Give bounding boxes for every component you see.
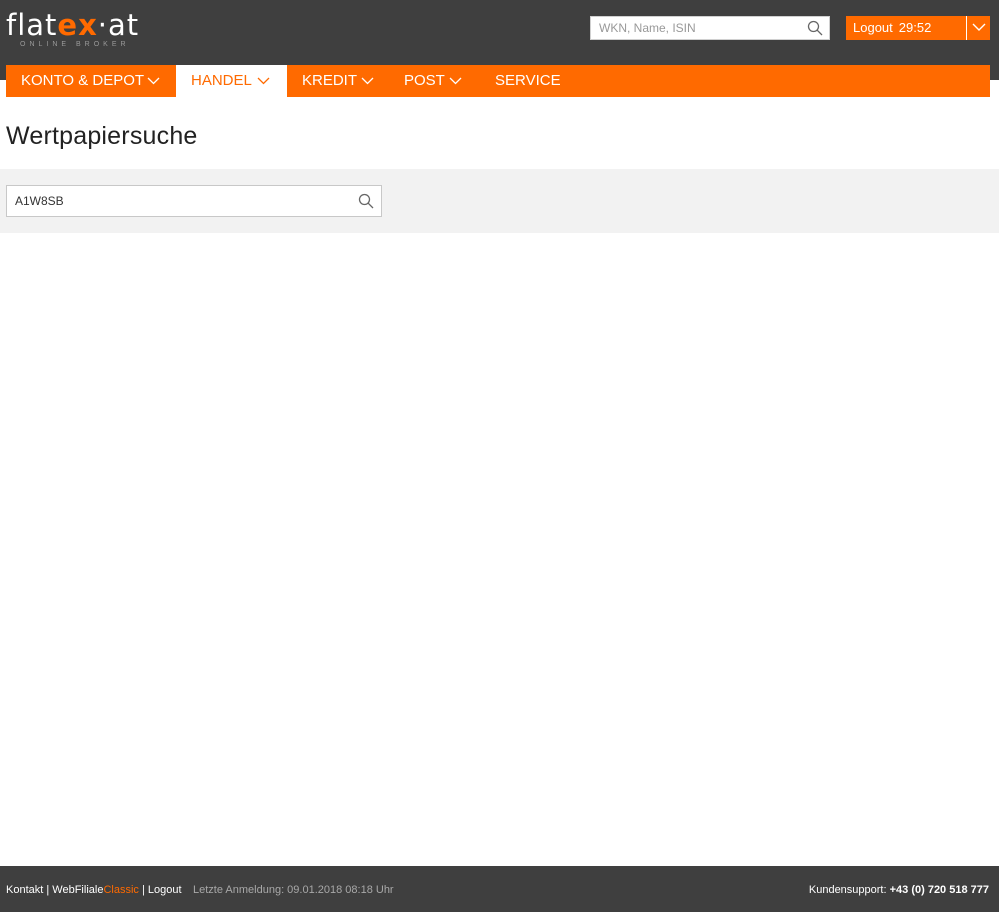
- flatex-logo[interactable]: flatex·at ONLINE BROKER: [6, 10, 166, 52]
- chevron-down-icon: [449, 77, 462, 85]
- footer-link-logout[interactable]: Logout: [148, 884, 182, 896]
- footer-links: Kontakt | WebFilialeClassic | Logout: [6, 884, 182, 896]
- nav-item-label: POST: [404, 72, 445, 89]
- last-login-info: Letzte Anmeldung: 09.01.2018 08:18 Uhr: [193, 884, 394, 896]
- header-edge: [990, 65, 999, 80]
- customer-support: Kundensupport: +43 (0) 720 518 777: [809, 884, 989, 896]
- logout-label: Logout: [853, 20, 893, 35]
- logo-wordmark: flatex·at: [6, 10, 139, 40]
- footer-link-kontakt[interactable]: Kontakt: [6, 884, 43, 896]
- logo-suffix: ·at: [97, 8, 140, 42]
- nav-item-kredit[interactable]: KREDIT: [287, 65, 389, 97]
- nav-item-label: HANDEL: [191, 72, 252, 89]
- nav-item-label: KREDIT: [302, 72, 358, 89]
- security-search-box: [6, 185, 382, 217]
- search-icon[interactable]: [358, 193, 374, 209]
- chevron-down-icon: [147, 77, 160, 85]
- nav-item-post[interactable]: POST: [389, 65, 480, 97]
- page-title: Wertpapiersuche: [6, 122, 198, 150]
- chevron-down-icon: [972, 23, 986, 31]
- quick-search-input[interactable]: [591, 17, 796, 39]
- page-footer: Kontakt | WebFilialeClassic | Logout Let…: [0, 866, 999, 912]
- main-navigation: KONTO & DEPOT HANDEL KREDIT POST SERVICE: [6, 65, 990, 97]
- footer-separator: |: [43, 884, 53, 896]
- logo-prefix: flat: [6, 8, 58, 42]
- search-icon[interactable]: [807, 20, 823, 36]
- security-search-panel: [0, 169, 999, 233]
- chevron-down-icon: [257, 77, 270, 85]
- nav-item-konto-depot[interactable]: KONTO & DEPOT: [6, 65, 176, 97]
- classic-label: Classic: [103, 884, 139, 896]
- session-timer: 29:52: [898, 20, 932, 35]
- nav-item-service[interactable]: SERVICE: [480, 65, 570, 97]
- footer-separator: |: [138, 884, 148, 896]
- logo-tagline: ONLINE BROKER: [20, 41, 130, 48]
- webfiliale-label: WebFiliale: [52, 884, 104, 896]
- footer-link-webfiliale-classic[interactable]: WebFilialeClassic: [52, 884, 139, 896]
- support-phone[interactable]: +43 (0) 720 518 777: [890, 884, 989, 896]
- nav-item-label: KONTO & DEPOT: [21, 72, 145, 89]
- logout-dropdown-button[interactable]: [966, 16, 990, 40]
- quick-search-box: [590, 16, 830, 40]
- nav-item-label: SERVICE: [495, 72, 561, 89]
- chevron-down-icon: [361, 77, 374, 85]
- logout-button[interactable]: Logout 29:52: [846, 16, 966, 40]
- support-label: Kundensupport:: [808, 884, 890, 896]
- nav-item-handel[interactable]: HANDEL: [176, 65, 287, 97]
- logo-ex: ex: [57, 8, 98, 42]
- security-search-input[interactable]: [7, 186, 347, 216]
